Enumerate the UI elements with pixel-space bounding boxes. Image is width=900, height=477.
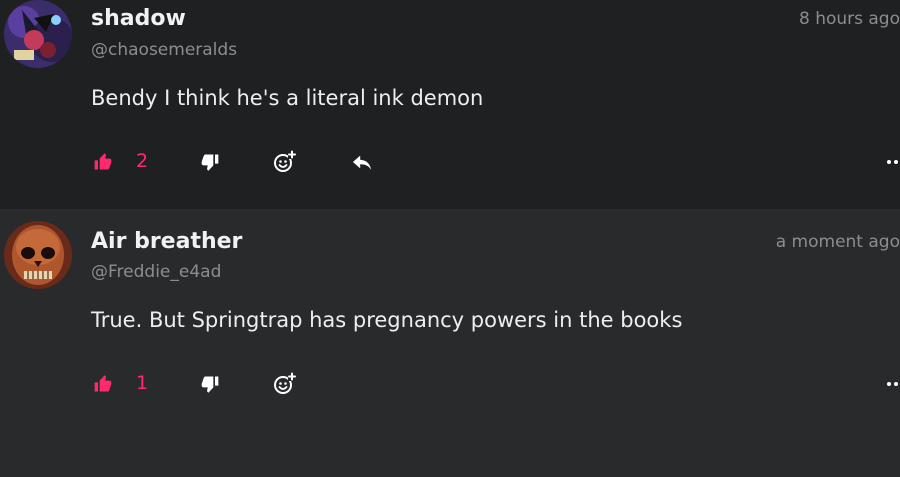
dislike-button[interactable]: [195, 369, 225, 399]
thumbs-up-icon: [94, 375, 112, 392]
more-icon: [887, 160, 898, 164]
like-button[interactable]: [88, 147, 118, 177]
comment-actions: 1: [0, 369, 900, 399]
username[interactable]: shadow: [91, 6, 186, 31]
add-reaction-button[interactable]: [269, 369, 299, 399]
add-emoji-icon: [274, 150, 296, 172]
dislike-button[interactable]: [195, 147, 225, 177]
comment-item: shadow @chaosemeralds 8 hours ago Bendy …: [0, 0, 900, 209]
user-handle[interactable]: @chaosemeralds: [91, 40, 237, 60]
like-count: 2: [136, 150, 149, 172]
username[interactable]: Air breather: [91, 229, 242, 254]
more-icon: [887, 382, 898, 386]
more-options-button[interactable]: [878, 147, 900, 177]
like-button[interactable]: [88, 369, 118, 399]
comment-text: Bendy I think he's a literal ink demon: [91, 86, 484, 110]
thumbs-up-icon: [94, 153, 112, 170]
reply-icon: [352, 155, 372, 170]
user-handle[interactable]: @Freddie_e4ad: [91, 262, 221, 282]
more-options-button[interactable]: [878, 369, 900, 399]
add-emoji-icon: [274, 372, 296, 394]
timestamp: 8 hours ago: [798, 9, 900, 29]
comment-item: Air breather @Freddie_e4ad a moment ago …: [0, 209, 900, 477]
comment-actions: 2: [0, 147, 900, 177]
add-reaction-button[interactable]: [269, 147, 299, 177]
reply-button[interactable]: [347, 147, 377, 177]
avatar[interactable]: [4, 221, 72, 289]
avatar[interactable]: [4, 0, 72, 68]
thumbs-down-icon: [201, 376, 219, 393]
comment-text: True. But Springtrap has pregnancy power…: [91, 308, 683, 332]
like-count: 1: [136, 372, 149, 394]
timestamp: a moment ago: [775, 232, 900, 252]
thumbs-down-icon: [201, 154, 219, 171]
